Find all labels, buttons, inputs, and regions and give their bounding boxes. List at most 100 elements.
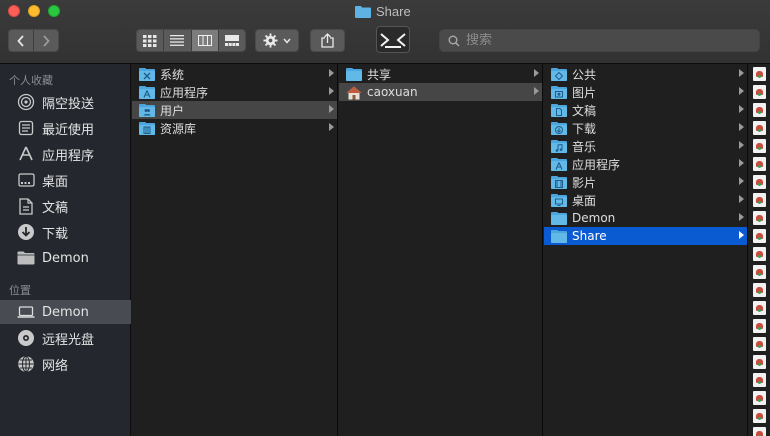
disc-icon: [17, 329, 35, 347]
column-row-applications[interactable]: 应用程序: [544, 155, 747, 173]
action-menu-button[interactable]: [255, 29, 299, 52]
file-icon[interactable]: [753, 409, 766, 423]
disclosure-arrow-icon: [739, 141, 744, 149]
column-row-system[interactable]: 系统: [132, 65, 337, 83]
desktop-icon: [17, 171, 35, 189]
row-label: 下载: [572, 121, 597, 136]
column-row-music[interactable]: 音乐: [544, 137, 747, 155]
sidebar-item-desktop[interactable]: 桌面: [0, 168, 131, 192]
locations-header: 位置: [9, 284, 31, 297]
grid-icon: [143, 34, 157, 47]
file-icon[interactable]: [753, 67, 766, 81]
sidebar-item-label: 应用程序: [42, 148, 95, 164]
icon-view-button[interactable]: [137, 30, 164, 51]
forward-button[interactable]: [33, 30, 58, 51]
sidebar-item-remote-disc[interactable]: 远程光盘: [0, 326, 131, 350]
file-icon[interactable]: [753, 427, 766, 436]
disclosure-arrow-icon: [329, 105, 334, 113]
file-icon[interactable]: [753, 301, 766, 315]
file-icon[interactable]: [753, 139, 766, 153]
search-field[interactable]: [439, 29, 760, 52]
close-window-button[interactable]: [8, 5, 20, 17]
disclosure-arrow-icon: [534, 87, 539, 95]
column-row-users[interactable]: 用户: [132, 101, 337, 119]
music-folder-icon: [551, 139, 567, 153]
sidebar-item-applications[interactable]: 应用程序: [0, 142, 131, 166]
folder-icon: [551, 229, 567, 243]
sidebar-item-airdrop[interactable]: 隔空投送: [0, 90, 131, 114]
column-row-documents[interactable]: 文稿: [544, 101, 747, 119]
column-row-downloads[interactable]: 下载: [544, 119, 747, 137]
downloads-folder-icon: [551, 121, 567, 135]
file-icon[interactable]: [753, 247, 766, 261]
back-button[interactable]: [9, 30, 34, 51]
path-arrows-icon: [380, 32, 406, 48]
file-icon[interactable]: [753, 319, 766, 333]
sidebar-item-label: 下载: [42, 226, 69, 242]
disclosure-arrow-icon: [534, 69, 539, 77]
toolbar: Share: [0, 0, 770, 64]
disclosure-arrow-icon: [739, 159, 744, 167]
column-row-applications[interactable]: 应用程序: [132, 83, 337, 101]
row-label: 共享: [367, 67, 392, 82]
disclosure-arrow-icon: [739, 231, 744, 239]
file-icon[interactable]: [753, 283, 766, 297]
gallery-icon: [224, 35, 239, 46]
sidebar-item-downloads[interactable]: 下载: [0, 220, 131, 244]
column-row-movies[interactable]: 影片: [544, 173, 747, 191]
sidebar-item-label: Demon: [42, 304, 89, 320]
row-label: caoxuan: [367, 85, 418, 99]
list-view-button[interactable]: [163, 30, 191, 51]
public-folder-icon: [551, 67, 567, 81]
sidebar-item-demon-mac[interactable]: Demon: [0, 300, 131, 324]
minimize-window-button[interactable]: [28, 5, 40, 17]
column-row-shared[interactable]: 共享: [339, 65, 542, 83]
column-row-home-caoxuan[interactable]: caoxuan: [339, 83, 542, 101]
sidebar-item-demon-folder[interactable]: Demon: [0, 246, 131, 270]
disclosure-arrow-icon: [739, 87, 744, 95]
column-row-library[interactable]: 资源库: [132, 119, 337, 137]
column-row-public[interactable]: 公共: [544, 65, 747, 83]
file-icon[interactable]: [753, 85, 766, 99]
window-title: Share: [355, 3, 411, 20]
column-view-button[interactable]: [190, 30, 218, 51]
file-icon[interactable]: [753, 157, 766, 171]
path-control-button[interactable]: [376, 26, 410, 53]
file-icon[interactable]: [753, 193, 766, 207]
disclosure-arrow-icon: [739, 69, 744, 77]
sidebar-item-recents[interactable]: 最近使用: [0, 116, 131, 140]
file-icon[interactable]: [753, 121, 766, 135]
file-icon[interactable]: [753, 391, 766, 405]
file-icon[interactable]: [753, 175, 766, 189]
share-button[interactable]: [310, 29, 345, 52]
column-row-demon[interactable]: Demon: [544, 209, 747, 227]
movies-folder-icon: [551, 175, 567, 189]
maximize-window-button[interactable]: [48, 5, 60, 17]
file-icon[interactable]: [753, 373, 766, 387]
file-icon[interactable]: [753, 229, 766, 243]
row-label: 文稿: [572, 103, 597, 118]
sidebar-item-label: 网络: [42, 358, 69, 374]
gear-icon: [263, 33, 278, 48]
desktop-folder-icon: [551, 193, 567, 207]
file-icon[interactable]: [753, 265, 766, 279]
column-row-share[interactable]: Share: [544, 227, 747, 245]
search-input[interactable]: [466, 33, 746, 48]
documents-icon: [17, 197, 35, 215]
sidebar-item-network[interactable]: 网络: [0, 352, 131, 376]
row-label: 桌面: [572, 193, 597, 208]
sidebar-item-documents[interactable]: 文稿: [0, 194, 131, 218]
file-icon[interactable]: [753, 103, 766, 117]
column-row-desktop[interactable]: 桌面: [544, 191, 747, 209]
file-icon[interactable]: [753, 337, 766, 351]
sidebar-item-label: Demon: [42, 250, 89, 266]
chevron-down-icon: [283, 38, 291, 44]
disclosure-arrow-icon: [739, 213, 744, 221]
file-icon[interactable]: [753, 211, 766, 225]
sidebar: 个人收藏 隔空投送 最近使用 应用程序 桌面 文稿 下载 Demon 位置 De…: [0, 64, 131, 436]
file-icon[interactable]: [753, 355, 766, 369]
row-label: 图片: [572, 85, 597, 100]
column-row-pictures[interactable]: 图片: [544, 83, 747, 101]
gallery-view-button[interactable]: [217, 30, 245, 51]
disclosure-arrow-icon: [739, 123, 744, 131]
